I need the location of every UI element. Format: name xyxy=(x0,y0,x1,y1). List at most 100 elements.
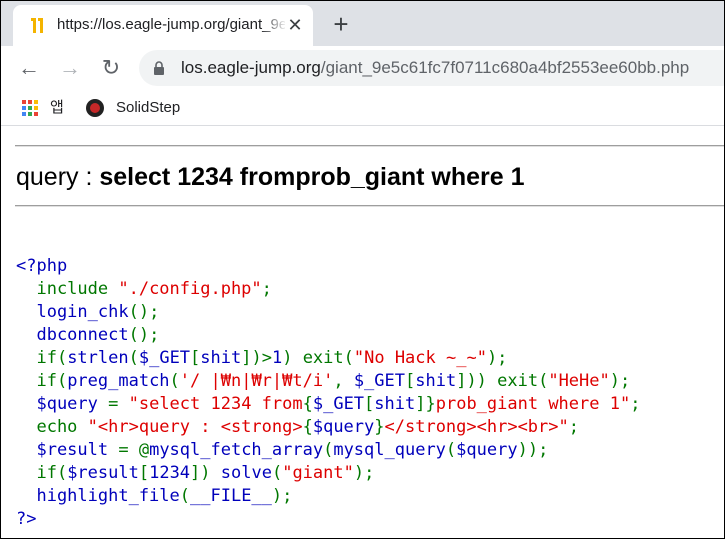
lock-icon xyxy=(154,61,164,75)
code-token: [ xyxy=(364,394,375,414)
code-token: $query xyxy=(456,440,518,460)
code-token: "giant" xyxy=(282,463,354,483)
page-content: query : select 1234 fromprob_giant where… xyxy=(1,127,724,538)
url-host: los.eagle-jump.org xyxy=(181,58,321,77)
code-token: } xyxy=(374,417,385,437)
tab-active[interactable]: https://los.eagle-jump.org/giant_9e5c61f… xyxy=(13,5,313,46)
code-line: $result = @mysql_fetch_array(mysql_query… xyxy=(16,439,640,462)
code-token: shit xyxy=(415,371,457,391)
code-token: dbconnect xyxy=(16,325,129,345)
code-line: if(strlen($_GET[shit])>1) exit("No Hack … xyxy=(16,347,640,370)
code-token: shit xyxy=(200,348,242,368)
code-line: if($result[1234]) solve("giant"); xyxy=(16,462,640,485)
code-token: ; xyxy=(630,394,641,414)
code-token: ( xyxy=(179,486,191,506)
code-token: ); xyxy=(271,486,293,506)
address-bar[interactable]: los.eagle-jump.org/giant_9e5c61fc7f0711c… xyxy=(139,50,724,86)
code-line: if(preg_match('/ |₩n|₩r|₩t/i', $_GET[shi… xyxy=(16,370,640,393)
tab-title-fade xyxy=(261,13,287,39)
code-token: highlight_file xyxy=(16,486,180,506)
code-token: ( xyxy=(169,371,180,391)
code-token: ( xyxy=(445,440,457,460)
code-token: [ xyxy=(190,348,201,368)
bookmarks-bar: 앱 SolidStep xyxy=(1,90,724,126)
code-line: ?> xyxy=(16,508,640,531)
code-token: "No Hack ~_~" xyxy=(353,348,487,368)
browser-toolbar: ← → ↻ los.eagle-jump.org/giant_9e5c61fc7… xyxy=(1,46,724,90)
code-line: login_chk(); xyxy=(16,301,640,324)
code-token: ; xyxy=(568,417,579,437)
code-token: include xyxy=(16,279,119,299)
code-token: 1234 xyxy=(149,463,191,483)
code-token: strlen xyxy=(67,348,129,368)
code-token: $result xyxy=(16,440,119,460)
query-value: select 1234 fromprob_giant where 1 xyxy=(99,163,525,191)
solidstep-icon xyxy=(86,99,104,117)
code-token: $result xyxy=(67,463,139,483)
site-favicon-icon xyxy=(31,18,43,33)
code-token: echo xyxy=(16,417,88,437)
code-token: $_GET xyxy=(138,348,191,368)
new-tab-button[interactable]: + xyxy=(327,10,355,38)
code-token: $query xyxy=(312,417,375,437)
code-token: <?php xyxy=(16,256,68,276)
code-token: )); xyxy=(517,440,549,460)
code-token: (); xyxy=(128,325,160,345)
code-token: solve xyxy=(220,463,272,483)
code-token: { xyxy=(302,394,313,414)
horizontal-rule xyxy=(15,145,724,147)
code-token: preg_match xyxy=(67,371,170,391)
code-line: highlight_file(__FILE__); xyxy=(16,485,640,508)
code-token: "./config.php" xyxy=(118,279,262,299)
code-token: mysql_fetch_array xyxy=(149,440,324,460)
code-token: $_GET xyxy=(353,371,405,391)
bookmark-solidstep[interactable]: SolidStep xyxy=(86,97,196,119)
url-text[interactable]: los.eagle-jump.org/giant_9e5c61fc7f0711c… xyxy=(181,58,689,78)
code-token: ( xyxy=(271,463,283,483)
query-output: query : select 1234 fromprob_giant where… xyxy=(16,163,525,192)
forward-button[interactable]: → xyxy=(56,54,84,82)
code-token: shit xyxy=(374,394,416,414)
back-button[interactable]: ← xyxy=(15,54,43,82)
code-line: include "./config.php"; xyxy=(16,278,640,301)
code-token: "HeHe" xyxy=(548,371,610,391)
code-token: ); xyxy=(609,371,631,391)
query-label: query : xyxy=(16,163,100,191)
code-token: ; xyxy=(261,279,272,299)
code-line: dbconnect(); xyxy=(16,324,640,347)
code-token: ]} xyxy=(415,394,436,414)
tab-title: https://los.eagle-jump.org/giant_9e5c61f… xyxy=(57,16,285,33)
bookmark-solidstep-label: SolidStep xyxy=(116,99,181,116)
code-token: $query xyxy=(16,394,109,414)
code-token: </strong><hr><br>" xyxy=(384,417,569,437)
code-token: [ xyxy=(138,463,150,483)
code-token: __FILE__ xyxy=(190,486,272,506)
code-token: $_GET xyxy=(312,394,365,414)
horizontal-rule xyxy=(15,205,724,207)
browser-window: https://los.eagle-jump.org/giant_9e5c61f… xyxy=(0,0,725,539)
code-token: , xyxy=(333,371,354,391)
code-token: login_chk xyxy=(16,302,129,322)
bookmark-apps-label: 앱 xyxy=(50,99,64,116)
php-source-code: <?php include "./config.php"; login_chk(… xyxy=(16,255,640,531)
code-token: "select 1234 from xyxy=(128,394,303,414)
code-line: <?php xyxy=(16,255,640,278)
code-token: if( xyxy=(16,371,68,391)
reload-button[interactable]: ↻ xyxy=(97,54,125,82)
code-token: = @ xyxy=(118,440,150,460)
code-line: echo "<hr>query : <strong>{$query}</stro… xyxy=(16,416,640,439)
code-token: prob_giant where 1" xyxy=(435,394,631,414)
code-token: mysql_query xyxy=(333,440,446,460)
tab-close-icon[interactable]: ✕ xyxy=(285,15,305,35)
code-token: ?> xyxy=(16,509,37,529)
code-token: ); xyxy=(486,348,508,368)
code-token: { xyxy=(302,417,313,437)
code-token: ])> xyxy=(241,348,272,368)
tab-strip: https://los.eagle-jump.org/giant_9e5c61f… xyxy=(1,1,724,46)
code-token: ( xyxy=(128,348,139,368)
bookmark-apps[interactable]: 앱 xyxy=(22,97,72,119)
code-token: ( xyxy=(323,440,334,460)
code-token: ); xyxy=(353,463,375,483)
url-path: /giant_9e5c61fc7f0711c680a4bf2553ee60bb.… xyxy=(320,58,690,77)
code-token: [ xyxy=(405,371,416,391)
